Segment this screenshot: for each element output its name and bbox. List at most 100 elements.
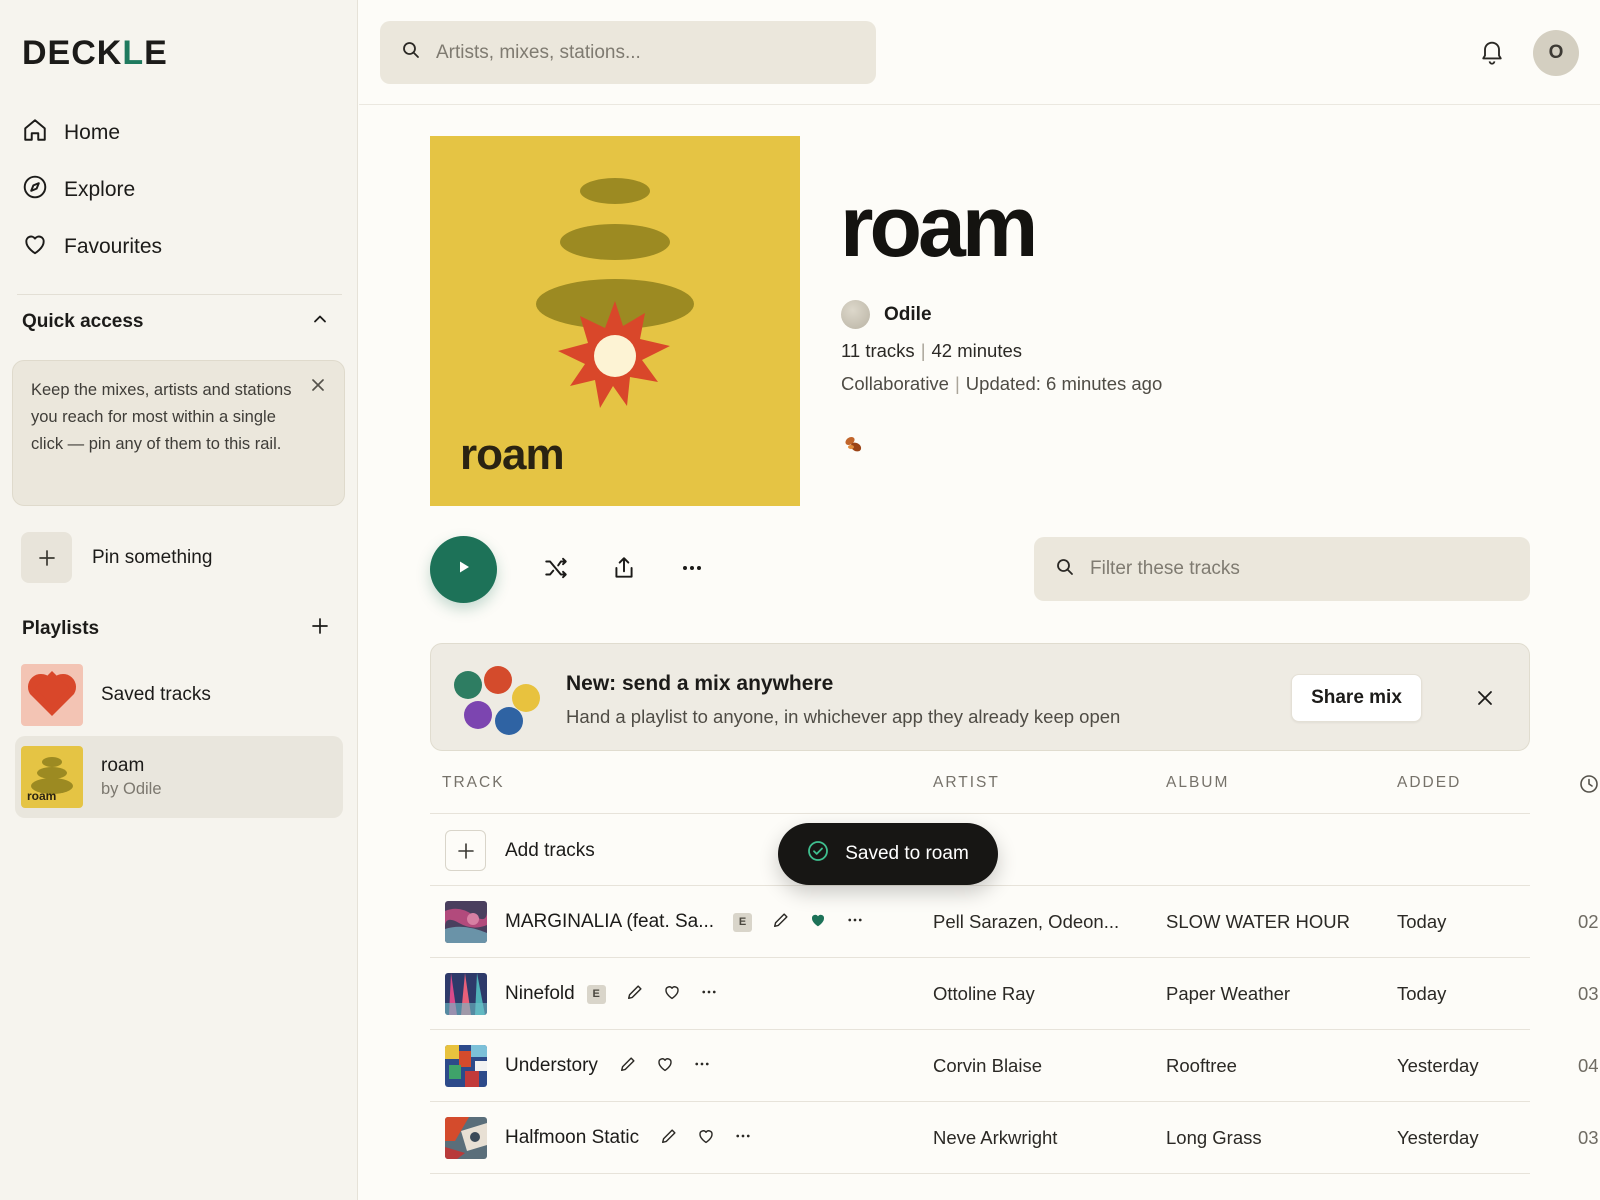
plus-icon [445,830,486,871]
plus-icon [311,617,329,641]
banner-subtitle: Hand a playlist to anyone, in whichever … [566,706,1121,727]
track-album[interactable]: Rooftree [1166,1030,1237,1102]
playlist-roam[interactable]: roam roam by Odile [15,736,343,818]
sidebar: DECKLE Home Explore Favourites Quick acc… [0,0,358,1200]
share-button[interactable] [610,556,638,584]
header-artist[interactable]: ARTIST [933,774,1000,792]
like-track-button[interactable] [661,983,683,1005]
share-promo-banner: New: send a mix anywhere Hand a playlist… [430,643,1530,751]
play-button[interactable] [430,536,497,603]
like-track-button[interactable] [807,911,829,933]
bell-icon [1478,41,1506,70]
more-options-button[interactable] [678,556,706,584]
meta-separator: | [954,373,960,394]
toast-message: Saved to roam [845,843,969,864]
user-avatar[interactable]: O [1533,30,1579,76]
pin-something-button[interactable]: Pin something [21,532,212,583]
nav-explore-label: Explore [64,178,136,201]
track-title-cell: Ninefold E [505,958,720,1030]
deckle-logo[interactable]: DECKLE [22,34,168,73]
track-more-button[interactable] [844,911,866,933]
filter-tracks [1034,537,1530,601]
cover-title-text: roam [460,430,565,479]
nav-explore[interactable]: Explore [22,170,135,210]
table-row[interactable]: MARGINALIA (feat. Sa... E Pell Sarazen, … [430,886,1600,958]
track-album[interactable]: Long Grass [1166,1102,1262,1174]
plus-icon [21,532,72,583]
header-added[interactable]: ADDED [1397,774,1461,792]
quick-access-title: Quick access [22,311,144,332]
saved-tracks-thumbnail [21,664,83,726]
track-artist[interactable]: Corvin Blaise [933,1030,1042,1102]
heart-icon [663,983,681,1006]
table-row[interactable]: Understory Corvin Blaise Rooftree Yester… [430,1030,1600,1102]
track-more-button[interactable] [732,1127,754,1149]
playlist-owner[interactable]: Odile [841,300,932,329]
search-icon [1056,558,1074,581]
more-icon [680,556,704,585]
nav-home[interactable]: Home [22,113,120,153]
quick-access-header: Quick access [22,310,332,334]
track-title[interactable]: Halfmoon Static [505,1127,639,1149]
check-circle-icon [807,840,829,868]
global-search [380,21,876,84]
table-row[interactable]: Ninefold E Ottoline Ray Paper Weather To… [430,958,1600,1030]
track-more-button[interactable] [698,983,720,1005]
edit-track-button[interactable] [624,983,646,1005]
pencil-icon [626,983,644,1006]
track-album[interactable]: Paper Weather [1166,958,1290,1030]
track-artwork [445,901,487,943]
chevron-up-icon [312,311,328,333]
heart-filled-icon [809,911,827,934]
row-divider [430,813,1530,814]
track-title[interactable]: MARGINALIA (feat. Sa... [505,911,714,933]
like-track-button[interactable] [654,1055,676,1077]
like-track-button[interactable] [695,1127,717,1149]
leaf-icon [841,432,865,456]
playlist-title: roam [840,179,1038,275]
track-more-button[interactable] [691,1055,713,1077]
track-album[interactable]: SLOW WATER HOUR [1166,886,1350,958]
track-title-cell: MARGINALIA (feat. Sa... E [505,886,866,958]
more-icon [846,911,864,934]
colored-dots-illustration [454,666,540,735]
add-playlist-button[interactable] [308,617,332,641]
banner-title: New: send a mix anywhere [566,672,834,695]
owner-avatar [841,300,870,329]
filter-tracks-input[interactable] [1090,558,1490,580]
pencil-icon [772,911,790,934]
shuffle-button[interactable] [542,556,570,584]
search-input[interactable] [436,41,836,64]
add-tracks-button[interactable]: Add tracks [445,830,595,871]
collapse-quick-access-button[interactable] [308,310,332,334]
top-bar: O [359,0,1600,105]
track-title[interactable]: Ninefold [505,983,575,1005]
dismiss-tip-button[interactable] [308,375,328,395]
track-title-cell: Halfmoon Static [505,1102,754,1174]
track-added: Yesterday [1397,1127,1479,1148]
track-artist[interactable]: Ottoline Ray [933,958,1035,1030]
owner-name: Odile [884,303,932,325]
playlists-title: Playlists [22,618,100,639]
share-mix-button[interactable]: Share mix [1291,674,1422,722]
header-album[interactable]: ALBUM [1166,774,1229,792]
dismiss-banner-button[interactable] [1474,687,1496,709]
edit-track-button[interactable] [617,1055,639,1077]
nav-favourites[interactable]: Favourites [22,227,162,267]
more-icon [700,983,718,1006]
search-icon [402,41,420,64]
edit-track-button[interactable] [658,1127,680,1149]
table-row[interactable]: Halfmoon Static Neve Arkwright Long Gras… [430,1102,1600,1174]
playlist-saved-tracks[interactable]: Saved tracks [15,654,343,736]
track-artist[interactable]: Pell Sarazen, Odeon... [933,886,1119,958]
notifications-button[interactable] [1478,38,1506,66]
edit-track-button[interactable] [770,911,792,933]
playlist-cover: roam [430,136,800,506]
header-track[interactable]: TRACK [442,774,505,792]
close-icon [1474,691,1496,713]
playlist-roam-title: roam [101,755,145,776]
track-title[interactable]: Understory [505,1055,598,1077]
track-artist[interactable]: Neve Arkwright [933,1102,1057,1174]
sidebar-divider [17,294,342,295]
playlist-saved-tracks-title: Saved tracks [101,684,211,705]
